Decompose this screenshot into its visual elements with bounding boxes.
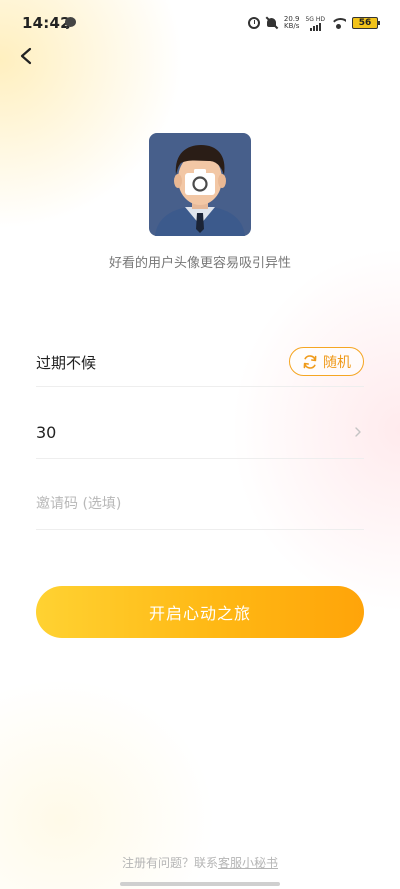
random-label: 随机 [323,354,351,371]
avatar [149,133,251,236]
customer-service-link[interactable]: 客服小秘书 [218,856,278,870]
chevron-right-icon [355,427,361,437]
refresh-icon [303,354,317,369]
chevron-left-icon [20,47,32,65]
age-row[interactable]: 30 [36,408,364,459]
footer-question: 注册有问题？联系 [121,856,218,870]
home-indicator[interactable] [120,882,280,886]
signal-label: 5G HD [305,15,325,23]
mute-bell-icon [266,17,278,29]
nickname-value[interactable]: 过期不候 [36,352,96,373]
wifi-icon [331,17,346,29]
avatar-upload[interactable] [149,133,251,236]
random-nickname-button[interactable]: 随机 [289,347,364,376]
invite-code-row [36,480,364,530]
battery-icon: 56 [352,17,380,29]
nickname-row: 过期不候 随机 [36,338,364,387]
status-bar: 14:42 20.9 KB/s 5G HD 56 [0,0,400,48]
net-speed-unit: KB/s [283,22,300,30]
avatar-hint: 好看的用户头像更容易吸引异性 [108,256,291,271]
chat-notification-icon [65,17,76,29]
invite-code-input[interactable] [36,491,356,517]
status-icons: 20.9 KB/s 5G HD 56 [247,14,380,32]
start-journey-button[interactable]: 开启心动之旅 [36,586,364,638]
cell-signal-icon: 5G HD [305,16,325,31]
alarm-icon [247,17,260,29]
age-value: 30 [36,423,57,442]
back-button[interactable] [14,42,42,70]
status-time: 14:42 [22,14,71,32]
net-speed: 20.9 KB/s [284,16,300,30]
footer-help: 注册有问题？联系客服小秘书 [0,854,400,871]
